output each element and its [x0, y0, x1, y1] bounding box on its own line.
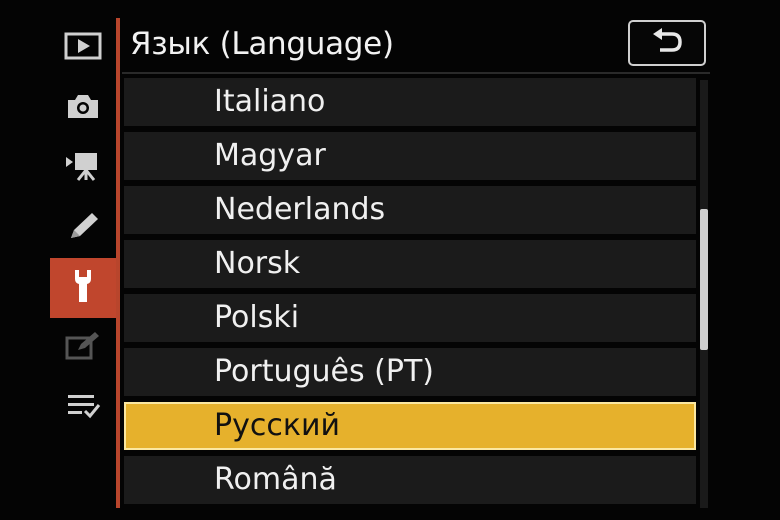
language-option[interactable]: Nederlands [124, 186, 696, 234]
language-label: Русский [214, 408, 340, 443]
back-arrow-icon [648, 26, 686, 60]
movie-shooting-menu-tab[interactable] [50, 138, 116, 198]
menu-sidebar [50, 18, 116, 508]
language-option[interactable]: Română [124, 456, 696, 504]
language-label: Nederlands [214, 192, 386, 227]
movie-camera-icon [63, 150, 103, 186]
custom-settings-menu-tab[interactable] [50, 198, 116, 258]
my-menu-icon [64, 391, 102, 425]
scrollbar[interactable] [700, 80, 708, 508]
language-label: Italiano [214, 84, 326, 119]
back-button[interactable] [628, 20, 706, 66]
header-divider [122, 72, 710, 74]
language-option-selected[interactable]: Русский [124, 402, 696, 450]
retouch-icon [64, 330, 102, 366]
language-label: Magyar [214, 138, 326, 173]
language-label: Norsk [214, 246, 301, 281]
retouch-menu-tab[interactable] [50, 318, 116, 378]
language-label: Português (PT) [214, 354, 434, 389]
my-menu-tab[interactable] [50, 378, 116, 438]
playback-menu-tab[interactable] [50, 18, 116, 78]
language-option[interactable]: Polski [124, 294, 696, 342]
language-option[interactable]: Norsk [124, 240, 696, 288]
language-label: Polski [214, 300, 300, 335]
setup-menu-tab[interactable] [50, 258, 116, 318]
playback-icon [64, 32, 102, 64]
sidebar-divider [116, 18, 120, 508]
language-option[interactable]: Magyar [124, 132, 696, 180]
wrench-icon [68, 268, 98, 308]
camera-menu-screen: Язык (Language) Italiano Magyar Nederlan… [0, 0, 780, 520]
pencil-icon [65, 210, 101, 246]
scrollbar-thumb[interactable] [700, 209, 708, 350]
language-list: Italiano Magyar Nederlands Norsk Polski … [124, 78, 696, 508]
photo-shooting-menu-tab[interactable] [50, 78, 116, 138]
language-option[interactable]: Italiano [124, 78, 696, 126]
page-title: Язык (Language) [130, 26, 394, 62]
language-option[interactable]: Português (PT) [124, 348, 696, 396]
camera-icon [64, 91, 102, 125]
language-label: Română [214, 462, 337, 497]
